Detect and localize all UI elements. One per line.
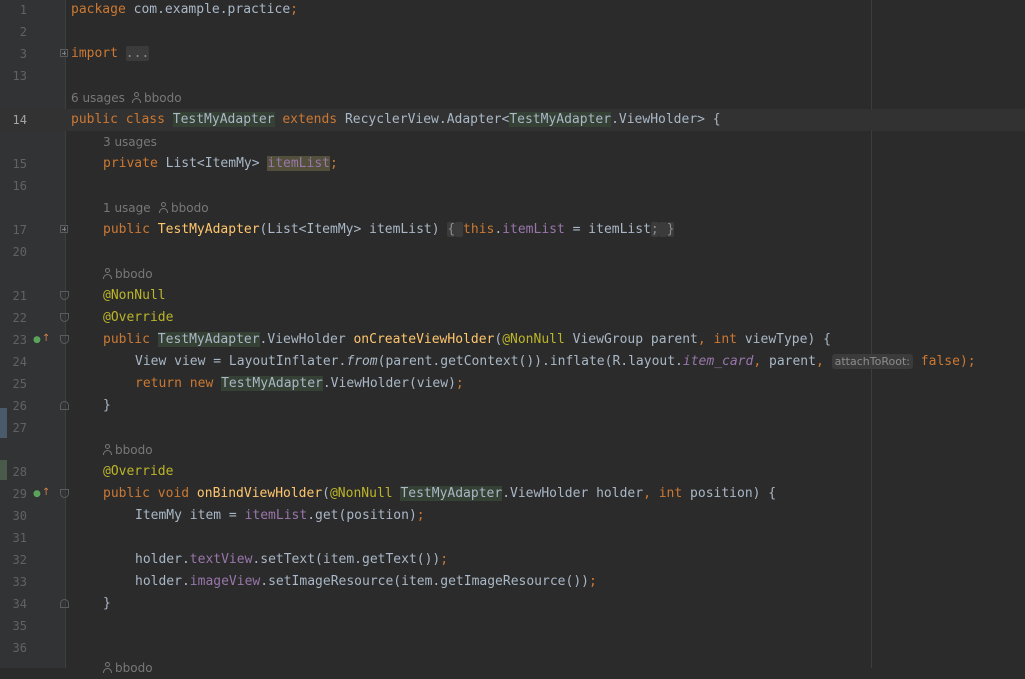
parameter-hint: attachToRoot: (831, 354, 913, 369)
code-line-27[interactable]: 27 (0, 417, 1025, 439)
line-number: 3 (19, 47, 27, 61)
code-line-17[interactable]: 17 public TestMyAdapter(List<ItemMy> ite… (0, 219, 1025, 241)
line-number: 24 (12, 355, 27, 369)
line-number: 32 (12, 553, 27, 567)
line-number: 16 (12, 179, 27, 193)
line-number: 30 (12, 509, 27, 523)
code-line-36[interactable]: 36 (0, 637, 1025, 659)
person-icon (103, 268, 112, 279)
fold-icon[interactable] (60, 225, 68, 233)
line-number: 35 (12, 619, 27, 633)
code-line-14[interactable]: 14 public class TestMyAdapter extends Re… (0, 109, 1025, 131)
line-number: 26 (12, 399, 27, 413)
code-line-31[interactable]: 31 (0, 527, 1025, 549)
line-number: 36 (12, 641, 27, 655)
usages-hint[interactable]: 3 usages (103, 131, 157, 153)
code-text[interactable]: ItemMy item = itemList.get(position); (135, 505, 425, 527)
code-line-30[interactable]: 30 ItemMy item = itemList.get(position); (0, 505, 1025, 527)
line-number: 20 (12, 245, 27, 259)
author-hint[interactable]: bbodo (103, 439, 153, 461)
code-text[interactable]: @NonNull (103, 285, 166, 307)
inlay-hint-line: bbodo (0, 263, 1025, 285)
code-line-25[interactable]: 25 return new TestMyAdapter.ViewHolder(v… (0, 373, 1025, 395)
code-text[interactable]: View view = LayoutInflater.from(parent.g… (135, 351, 976, 373)
usages-hint[interactable]: 6 usages (71, 87, 125, 109)
code-editor[interactable]: 1 package com.example.practice; 2 3 impo… (0, 0, 1025, 675)
code-text[interactable]: return new TestMyAdapter.ViewHolder(view… (135, 373, 464, 395)
line-number: 31 (12, 531, 27, 545)
overrides-arrow-icon[interactable]: ↑ (42, 333, 50, 345)
code-text[interactable]: @Override (103, 461, 173, 483)
fold-icon[interactable] (60, 49, 68, 57)
code-line-26[interactable]: 26 } (0, 395, 1025, 417)
code-line-32[interactable]: 32 holder.textView.setText(item.getText(… (0, 549, 1025, 571)
code-line-13[interactable]: 13 (0, 65, 1025, 87)
inlay-hint-line: bbodo (0, 657, 1025, 679)
code-text[interactable]: } (103, 395, 111, 417)
line-number: 13 (12, 69, 27, 83)
fold-icon[interactable] (60, 313, 69, 322)
author-hint[interactable]: bbodo (103, 657, 153, 679)
fold-icon[interactable] (60, 489, 69, 498)
code-line-23[interactable]: 23 ● ↑ public TestMyAdapter.ViewHolder o… (0, 329, 1025, 351)
code-line-21[interactable]: 21 @NonNull (0, 285, 1025, 307)
code-text[interactable]: holder.imageView.setImageResource(item.g… (135, 571, 597, 593)
inlay-hint-line: 6 usages bbodo (0, 87, 1025, 109)
line-number: 34 (12, 597, 27, 611)
code-line-1[interactable]: 1 package com.example.practice; (0, 0, 1025, 21)
fold-icon[interactable] (60, 401, 69, 410)
line-number: 28 (12, 465, 27, 479)
code-line-3[interactable]: 3 import ... (0, 43, 1025, 65)
line-number: 21 (12, 289, 27, 303)
folded-imports[interactable]: ... (125, 46, 150, 61)
code-text[interactable]: public TestMyAdapter(List<ItemMy> itemLi… (103, 219, 675, 241)
code-line-33[interactable]: 33 holder.imageView.setImageResource(ite… (0, 571, 1025, 593)
line-number: 14 (12, 113, 27, 127)
code-line-24[interactable]: 24 View view = LayoutInflater.from(paren… (0, 351, 1025, 373)
code-line-34[interactable]: 34 } (0, 593, 1025, 615)
inlay-hint-line: 1 usage bbodo (0, 197, 1025, 219)
code-line-28[interactable]: 28 @Override (0, 461, 1025, 483)
line-number: 22 (12, 311, 27, 325)
line-number: 33 (12, 575, 27, 589)
code-line-2[interactable]: 2 (0, 21, 1025, 43)
line-number: 2 (19, 25, 27, 39)
inlay-hint-line: 3 usages (0, 131, 1025, 153)
code-text[interactable]: package com.example.practice; (71, 0, 298, 21)
line-number: 23 (12, 333, 27, 347)
code-text[interactable]: } (103, 593, 111, 615)
author-hint[interactable]: bbodo (159, 197, 209, 219)
code-text[interactable]: public TestMyAdapter.ViewHolder onCreate… (103, 329, 831, 351)
person-icon (159, 202, 168, 213)
line-number: 15 (12, 157, 27, 171)
code-line-35[interactable]: 35 (0, 615, 1025, 637)
code-text[interactable]: public class TestMyAdapter extends Recyc… (71, 109, 721, 131)
code-text[interactable]: @Override (103, 307, 173, 329)
code-line-15[interactable]: 15 private List<ItemMy> itemList; (0, 153, 1025, 175)
code-line-20[interactable]: 20 (0, 241, 1025, 263)
usages-hint[interactable]: 1 usage (103, 197, 151, 219)
fold-icon[interactable] (60, 599, 69, 608)
code-text[interactable]: private List<ItemMy> itemList; (103, 153, 338, 175)
person-icon (103, 444, 112, 455)
inlay-hint-line: bbodo (0, 439, 1025, 461)
author-hint[interactable]: bbodo (103, 263, 153, 285)
code-text[interactable]: public void onBindViewHolder(@NonNull Te… (103, 483, 776, 505)
line-number: 1 (19, 3, 27, 17)
fold-icon[interactable] (60, 291, 69, 300)
line-number: 25 (12, 377, 27, 391)
code-text[interactable]: import ... (71, 43, 150, 65)
author-hint[interactable]: bbodo (132, 87, 182, 109)
code-line-16[interactable]: 16 (0, 175, 1025, 197)
line-number: 17 (12, 223, 27, 237)
fold-icon[interactable] (60, 335, 69, 344)
line-number: 27 (12, 421, 27, 435)
line-number: 29 (12, 487, 27, 501)
code-line-29[interactable]: 29 ● ↑ public void onBindViewHolder(@Non… (0, 483, 1025, 505)
person-icon (132, 92, 141, 103)
code-text[interactable]: holder.textView.setText(item.getText()); (135, 549, 448, 571)
code-line-22[interactable]: 22 @Override (0, 307, 1025, 329)
overrides-arrow-icon[interactable]: ↑ (42, 487, 50, 499)
